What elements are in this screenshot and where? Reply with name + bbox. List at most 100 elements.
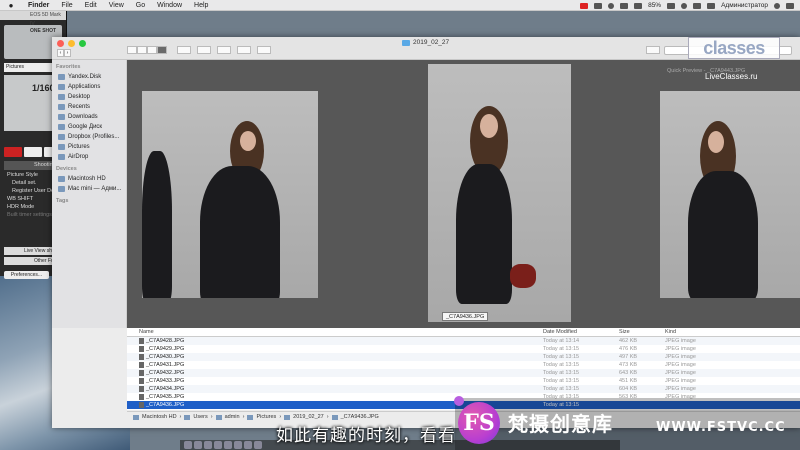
folder-icon bbox=[184, 414, 191, 420]
sidebar-item-desktop[interactable]: Desktop bbox=[52, 92, 126, 102]
preview-photo-prev-2[interactable] bbox=[142, 91, 184, 298]
table-row[interactable]: _C7A9429.JPG Today at 13:15 476 KB JPEG ima… bbox=[127, 345, 800, 353]
share-button[interactable] bbox=[217, 46, 231, 54]
preferences-button[interactable]: Preferences... bbox=[4, 271, 49, 279]
shoot-button[interactable] bbox=[4, 147, 22, 157]
dropbox-status-icon[interactable] bbox=[594, 2, 603, 9]
folder-icon bbox=[284, 414, 291, 420]
sidebar-item-mac-mini[interactable]: Mac mini — Адми... bbox=[52, 184, 126, 194]
sidebar-item-recents[interactable]: Recents bbox=[52, 102, 126, 112]
path-item[interactable]: Pictures bbox=[256, 414, 276, 420]
dock-app-icon[interactable] bbox=[224, 441, 232, 449]
file-icon bbox=[139, 362, 144, 368]
dropbox-button[interactable] bbox=[646, 46, 660, 54]
sidebar-item-yandex-disk[interactable]: Yandex.Disk bbox=[52, 72, 126, 82]
dock-app-icon[interactable] bbox=[184, 441, 192, 449]
flash-button[interactable] bbox=[24, 147, 42, 157]
sidebar-item-airdrop[interactable]: AirDrop bbox=[52, 152, 126, 162]
clock-icon bbox=[58, 104, 65, 110]
table-row[interactable]: _C7A9428.JPG Today at 13:14 462 KB JPEG ima… bbox=[127, 337, 800, 345]
column-view-button[interactable] bbox=[147, 46, 157, 54]
table-row[interactable]: _C7A9434.JPG Today at 13:15 604 KB JPEG ima… bbox=[127, 385, 800, 393]
preview-photo-current[interactable] bbox=[428, 64, 571, 322]
sidebar-item-google-drive[interactable]: Google Диск bbox=[52, 122, 126, 132]
chevron-right-icon: › bbox=[179, 414, 182, 420]
filename-tooltip: _C7A9436.JPG bbox=[442, 312, 489, 321]
tags-button[interactable] bbox=[237, 46, 251, 54]
file-list-header: Name Date Modified Size Kind bbox=[127, 328, 800, 337]
back-button[interactable]: ‹ bbox=[57, 49, 64, 57]
path-item[interactable]: 2019_02_27 bbox=[293, 414, 324, 420]
sidebar-item-pictures[interactable]: Pictures bbox=[52, 142, 126, 152]
path-item[interactable]: admin bbox=[225, 414, 240, 420]
icon-view-button[interactable] bbox=[127, 46, 137, 54]
close-button[interactable] bbox=[57, 40, 64, 47]
menu-help[interactable]: Help bbox=[188, 2, 214, 9]
flag-icon[interactable] bbox=[707, 2, 716, 9]
path-item[interactable]: Users bbox=[193, 414, 207, 420]
preview-photo-next-1[interactable] bbox=[660, 91, 800, 298]
dock-app-icon[interactable] bbox=[214, 441, 222, 449]
watermark-logo: FS bbox=[458, 402, 500, 444]
folder-icon bbox=[402, 39, 410, 46]
menu-go[interactable]: Go bbox=[130, 2, 151, 9]
zoom-button[interactable] bbox=[79, 40, 86, 47]
file-icon bbox=[139, 346, 144, 352]
apple-icon[interactable]: ● bbox=[0, 1, 22, 10]
site-url: LiveClasses.ru bbox=[705, 72, 758, 81]
column-date[interactable]: Date Modified bbox=[543, 328, 619, 336]
dock-app-icon[interactable] bbox=[254, 441, 262, 449]
table-row[interactable]: _C7A9433.JPG Today at 13:15 451 KB JPEG ima… bbox=[127, 377, 800, 385]
column-kind[interactable]: Kind bbox=[659, 328, 800, 336]
new-folder-button[interactable] bbox=[257, 46, 271, 54]
dock-app-icon[interactable] bbox=[204, 441, 212, 449]
minimize-button[interactable] bbox=[68, 40, 75, 47]
preview-photo-prev-1[interactable] bbox=[180, 91, 318, 298]
video-subtitle: 如此有趣的时刻，看看 bbox=[276, 426, 456, 446]
search-icon[interactable] bbox=[774, 2, 780, 9]
menu-file[interactable]: File bbox=[55, 2, 78, 9]
bluetooth-icon[interactable] bbox=[634, 2, 643, 9]
table-row[interactable]: _C7A9430.JPG Today at 13:15 497 KB JPEG ima… bbox=[127, 353, 800, 361]
status-area: 85% Администратор bbox=[580, 0, 794, 11]
forward-button[interactable]: › bbox=[64, 49, 71, 57]
path-item[interactable]: Macintosh HD bbox=[142, 414, 177, 420]
dropbox-icon bbox=[58, 134, 65, 140]
airplay-icon[interactable] bbox=[667, 2, 676, 9]
display-icon[interactable] bbox=[620, 2, 629, 9]
file-icon bbox=[139, 370, 144, 376]
tags-header: Tags bbox=[56, 198, 69, 204]
column-size[interactable]: Size bbox=[619, 328, 659, 336]
list-view-button[interactable] bbox=[137, 46, 147, 54]
dock-app-icon[interactable] bbox=[234, 441, 242, 449]
sidebar-item-dropbox[interactable]: Dropbox (Profiles... bbox=[52, 132, 126, 142]
menu-view[interactable]: View bbox=[103, 2, 130, 9]
list-icon[interactable] bbox=[786, 2, 794, 9]
watermark-url: WWW.FSTVC.CC bbox=[656, 420, 786, 435]
sync-icon[interactable] bbox=[608, 2, 615, 9]
table-row[interactable]: _C7A9431.JPG Today at 13:15 473 KB JPEG ima… bbox=[127, 361, 800, 369]
chevron-right-icon: › bbox=[279, 414, 282, 420]
sidebar-item-downloads[interactable]: Downloads bbox=[52, 112, 126, 122]
arrange-button[interactable] bbox=[177, 46, 191, 54]
volume-icon[interactable] bbox=[693, 2, 702, 9]
menu-edit[interactable]: Edit bbox=[79, 2, 103, 9]
table-row[interactable]: _C7A9432.JPG Today at 13:15 643 KB JPEG ima… bbox=[127, 369, 800, 377]
wifi-icon[interactable] bbox=[681, 2, 688, 9]
finder-window: ‹ › 2019_02_27 Favorites Yandex.Disk App… bbox=[52, 37, 800, 428]
applications-icon bbox=[58, 84, 65, 90]
menu-window[interactable]: Window bbox=[151, 2, 188, 9]
gallery-view-button[interactable] bbox=[157, 46, 167, 54]
dock-app-icon[interactable] bbox=[244, 441, 252, 449]
column-name[interactable]: Name bbox=[127, 328, 543, 336]
user-name[interactable]: Администратор bbox=[721, 2, 768, 9]
dock-app-icon[interactable] bbox=[194, 441, 202, 449]
recording-icon[interactable] bbox=[580, 2, 589, 9]
battery-percent[interactable]: 85% bbox=[648, 2, 661, 9]
action-gear-button[interactable] bbox=[197, 46, 211, 54]
menu-app-finder[interactable]: Finder bbox=[22, 2, 55, 9]
file-icon bbox=[139, 378, 144, 384]
path-item[interactable]: _C7A9436.JPG bbox=[341, 414, 379, 420]
sidebar-item-macintosh-hd[interactable]: Macintosh HD bbox=[52, 174, 126, 184]
sidebar-item-applications[interactable]: Applications bbox=[52, 82, 126, 92]
